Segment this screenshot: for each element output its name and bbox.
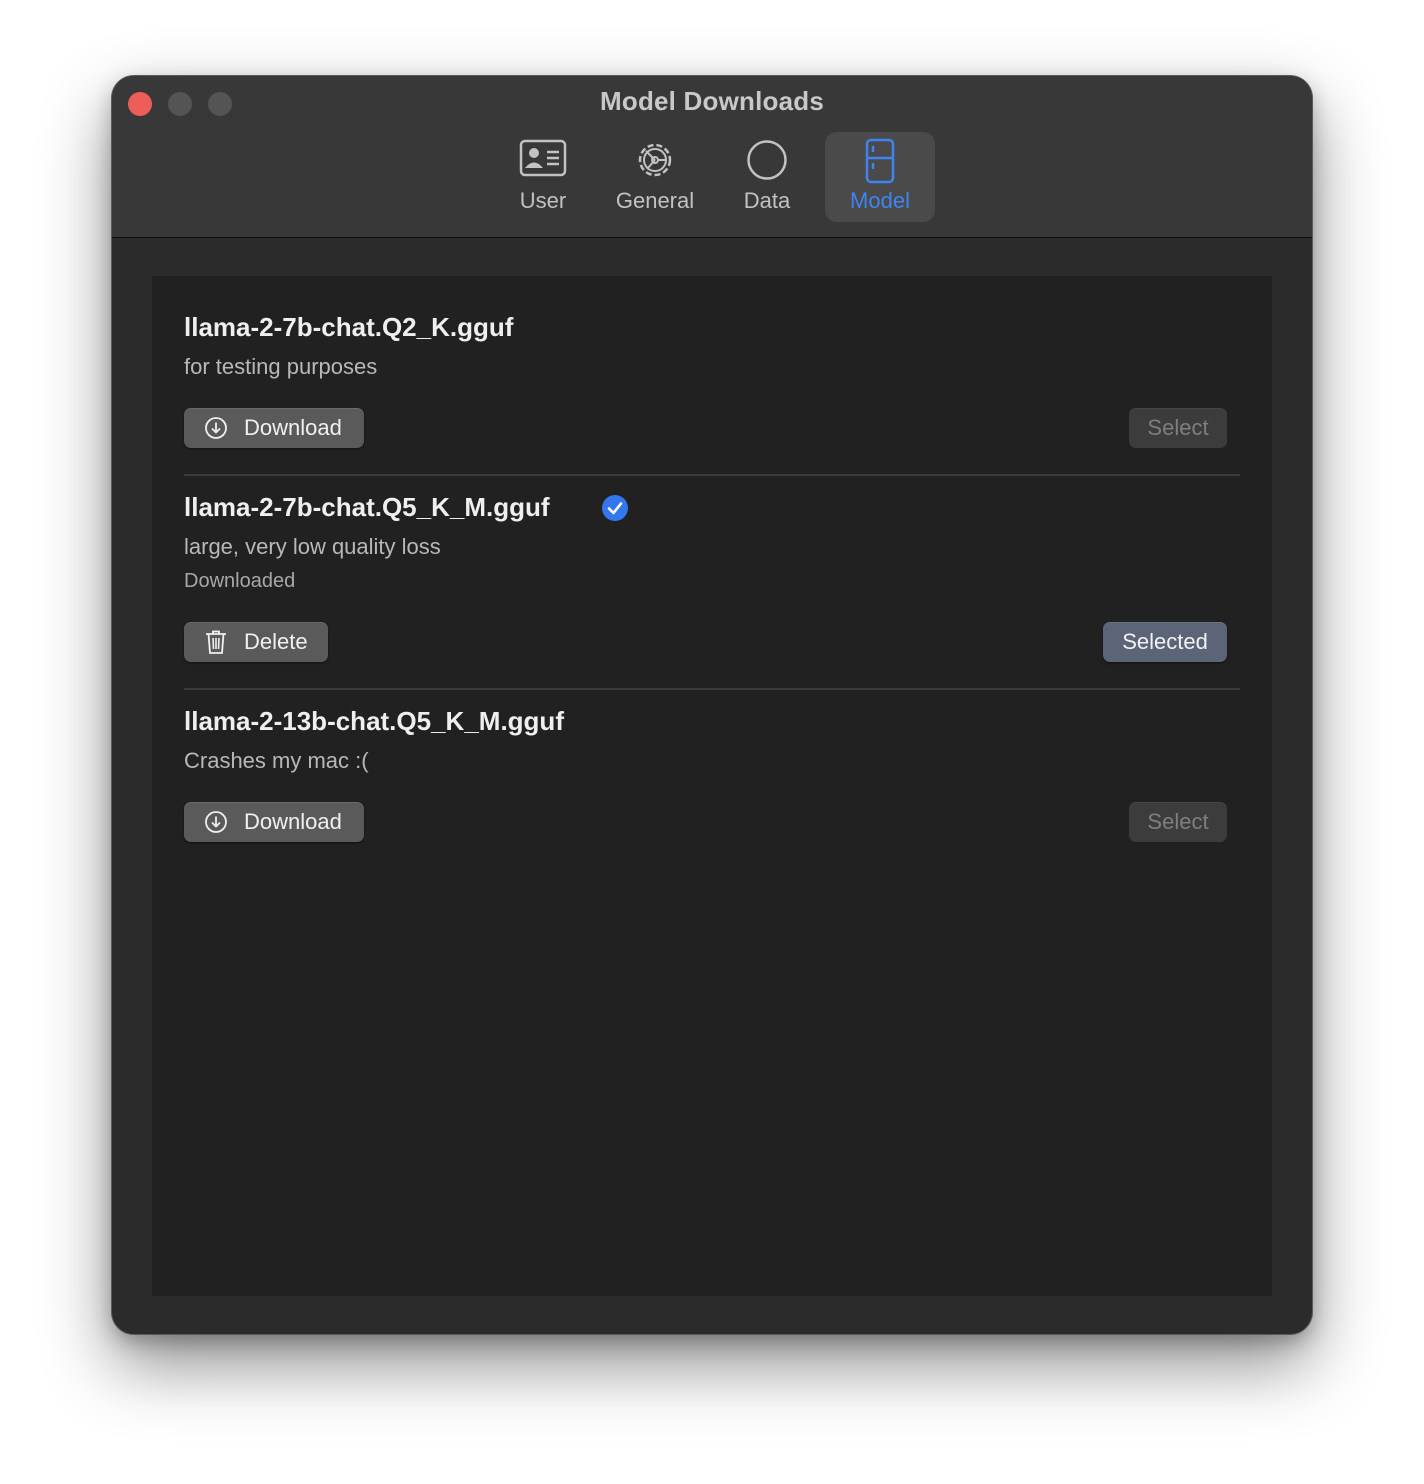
download-button[interactable]: Download: [184, 802, 364, 842]
tab-label: Model: [850, 188, 910, 213]
tab-label: Data: [743, 188, 791, 213]
download-button-label: Download: [244, 809, 342, 834]
toolbar: Model Downloads User General Data Model: [112, 76, 1312, 238]
model-name: llama-2-13b-chat.Q5_K_M.gguf: [184, 706, 564, 736]
select-button[interactable]: Select: [1129, 408, 1227, 448]
checkmark-seal-icon: [601, 494, 629, 527]
list-item: llama-2-13b-chat.Q5_K_M.gguf Crashes my …: [184, 706, 1240, 846]
divider: [184, 688, 1240, 690]
tab-user[interactable]: User: [488, 132, 598, 222]
model-description: Crashes my mac :(: [184, 748, 369, 773]
tab-data[interactable]: Data: [712, 132, 822, 222]
preferences-window: Model Downloads User General Data Model …: [112, 76, 1312, 1334]
model-description: for testing purposes: [184, 354, 378, 379]
model-description: large, very low quality loss: [184, 534, 441, 559]
tab-label: General: [615, 188, 695, 213]
download-icon: [204, 810, 228, 834]
download-status: Downloaded: [184, 570, 296, 592]
select-button[interactable]: Select: [1129, 802, 1227, 842]
model-name-text: llama-2-7b-chat.Q5_K_M.gguf: [184, 492, 550, 522]
model-name: llama-2-7b-chat.Q2_K.gguf: [184, 312, 514, 342]
circle-icon: [745, 138, 789, 187]
model-name: llama-2-7b-chat.Q5_K_M.gguf: [184, 492, 550, 523]
model-device-icon: [864, 138, 896, 189]
window-title: Model Downloads: [600, 86, 824, 116]
list-item: llama-2-7b-chat.Q2_K.gguf for testing pu…: [184, 312, 1240, 452]
delete-button[interactable]: Delete: [184, 622, 328, 662]
delete-button-label: Delete: [244, 629, 308, 654]
tab-label: User: [519, 188, 567, 213]
list-item: llama-2-7b-chat.Q5_K_M.gguf large, very …: [184, 492, 1240, 662]
download-icon: [204, 416, 228, 440]
trash-icon: [204, 629, 228, 655]
user-card-icon: [519, 138, 567, 183]
tab-general[interactable]: General: [600, 132, 710, 222]
gear-icon: [632, 138, 678, 187]
model-list: llama-2-7b-chat.Q2_K.gguf for testing pu…: [152, 276, 1272, 1296]
divider: [184, 474, 1240, 476]
download-button-label: Download: [244, 415, 342, 440]
tab-model[interactable]: Model: [825, 132, 935, 222]
download-button[interactable]: Download: [184, 408, 364, 448]
selected-button[interactable]: Selected: [1103, 622, 1227, 662]
